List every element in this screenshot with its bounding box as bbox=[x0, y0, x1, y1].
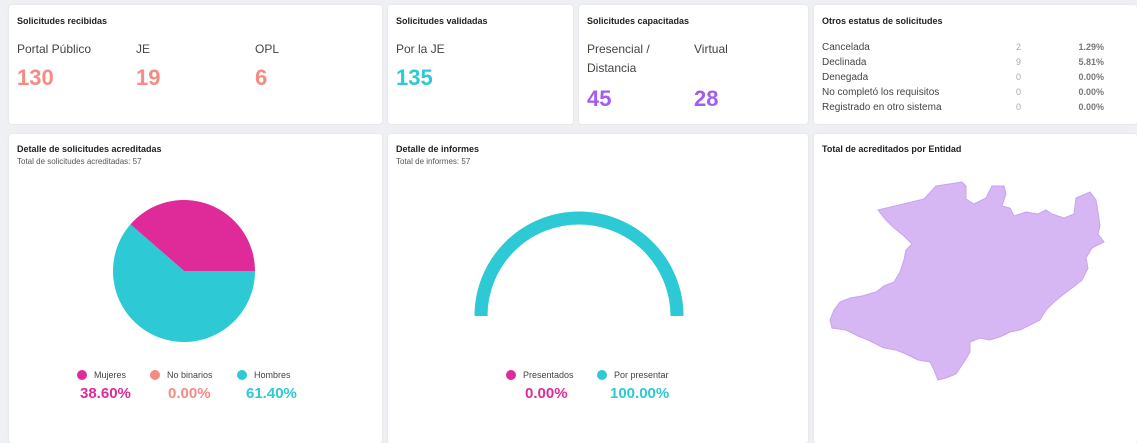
pct-presentados: 0.00% bbox=[525, 385, 568, 402]
status-row: Declinada 9 5.81% bbox=[822, 57, 1129, 72]
card-title: Detalle de solicitudes acreditadas bbox=[17, 144, 162, 154]
pct-por-presentar: 100.00% bbox=[610, 385, 670, 402]
status-pct: 5.81% bbox=[1078, 57, 1104, 67]
status-row: No completó los requisitos 0 0.00% bbox=[822, 87, 1129, 102]
je-value: 19 bbox=[136, 65, 161, 90]
presencial-label-line2: Distancia bbox=[587, 61, 637, 75]
legend-dot-no-binarios bbox=[150, 370, 160, 380]
card-solicitudes-capacitadas: Solicitudes capacitadas Presencial / Dis… bbox=[579, 5, 808, 124]
card-acreditados-entidad: Total de acreditados por Entidad bbox=[814, 134, 1137, 443]
card-title: Solicitudes recibidas bbox=[17, 16, 108, 26]
legend-label: Mujeres bbox=[94, 370, 127, 380]
virtual-label: Virtual bbox=[694, 42, 728, 56]
semicircle-chart[interactable] bbox=[388, 174, 808, 374]
legend-dot-mujeres bbox=[77, 370, 87, 380]
pct-mujeres: 38.60% bbox=[80, 385, 131, 402]
card-title: Detalle de informes bbox=[396, 144, 480, 154]
card-subtitle: Total de informes: 57 bbox=[396, 157, 471, 166]
card-otros-estatus: Otros estatus de solicitudes Cancelada 2… bbox=[814, 5, 1137, 124]
status-name: Registrado en otro sistema bbox=[822, 102, 942, 113]
pct-hombres: 61.40% bbox=[246, 385, 297, 402]
legend-por-presentar[interactable]: Por presentar bbox=[597, 370, 669, 380]
status-name: Declinada bbox=[822, 57, 867, 68]
pct-no-binarios: 0.00% bbox=[168, 385, 211, 402]
opl-label: OPL bbox=[255, 42, 280, 56]
entity-map[interactable] bbox=[814, 164, 1137, 434]
card-solicitudes-recibidas: Solicitudes recibidas Portal Público 130… bbox=[9, 5, 382, 124]
legend-dot-hombres bbox=[237, 370, 247, 380]
status-pct: 1.29% bbox=[1078, 42, 1104, 52]
virtual-value: 28 bbox=[694, 86, 719, 111]
card-detalle-acreditadas: Detalle de solicitudes acreditadas Total… bbox=[9, 134, 382, 443]
por-la-je-value: 135 bbox=[396, 65, 433, 90]
legend-no-binarios[interactable]: No binarios bbox=[150, 370, 213, 380]
status-name: No completó los requisitos bbox=[822, 87, 940, 98]
status-row: Registrado en otro sistema 0 0.00% bbox=[822, 102, 1129, 117]
card-title: Solicitudes validadas bbox=[396, 16, 488, 26]
legend-label: No binarios bbox=[167, 370, 213, 380]
status-count: 2 bbox=[1016, 42, 1022, 52]
card-subtitle: Total de solicitudes acreditadas: 57 bbox=[17, 157, 142, 166]
status-count: 0 bbox=[1016, 72, 1022, 82]
card-title: Total de acreditados por Entidad bbox=[822, 144, 962, 154]
card-title: Otros estatus de solicitudes bbox=[822, 16, 943, 26]
legend-mujeres[interactable]: Mujeres bbox=[77, 370, 126, 380]
status-pct: 0.00% bbox=[1078, 87, 1104, 97]
status-row: Denegada 0 0.00% bbox=[822, 72, 1129, 87]
card-title: Solicitudes capacitadas bbox=[587, 16, 690, 26]
status-count: 0 bbox=[1016, 87, 1022, 97]
status-count: 9 bbox=[1016, 57, 1022, 67]
opl-value: 6 bbox=[255, 65, 268, 90]
legend-hombres[interactable]: Hombres bbox=[237, 370, 291, 380]
legend-presentados[interactable]: Presentados bbox=[506, 370, 574, 380]
status-pct: 0.00% bbox=[1078, 72, 1104, 82]
card-solicitudes-validadas: Solicitudes validadas Por la JE 135 bbox=[388, 5, 573, 124]
presencial-label-line1: Presencial / bbox=[587, 42, 650, 56]
presencial-value: 45 bbox=[587, 86, 612, 111]
legend-label: Presentados bbox=[523, 370, 574, 380]
legend-dot-presentados bbox=[506, 370, 516, 380]
status-name: Denegada bbox=[822, 72, 869, 83]
status-row: Cancelada 2 1.29% bbox=[822, 42, 1129, 57]
status-name: Cancelada bbox=[822, 42, 870, 53]
legend-label: Hombres bbox=[254, 370, 291, 380]
map-region[interactable] bbox=[829, 181, 1105, 381]
card-detalle-informes: Detalle de informes Total de informes: 5… bbox=[388, 134, 808, 443]
je-label: JE bbox=[136, 42, 151, 56]
status-count: 0 bbox=[1016, 102, 1022, 112]
portal-publico-value: 130 bbox=[17, 65, 54, 90]
legend-label: Por presentar bbox=[614, 370, 669, 380]
arc-segment-por-presentar[interactable] bbox=[474, 211, 684, 317]
status-pct: 0.00% bbox=[1078, 102, 1104, 112]
portal-publico-label: Portal Público bbox=[17, 42, 92, 56]
legend-dot-por-presentar bbox=[597, 370, 607, 380]
por-la-je-label: Por la JE bbox=[396, 42, 445, 56]
